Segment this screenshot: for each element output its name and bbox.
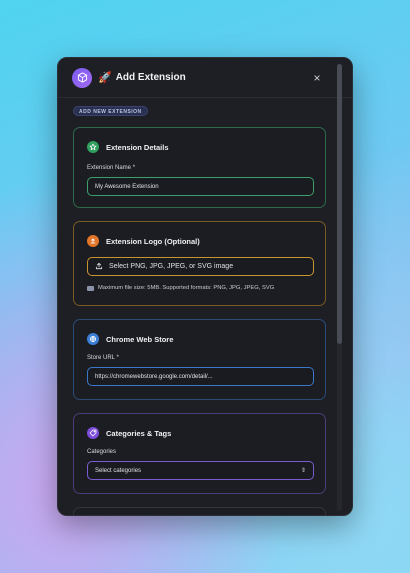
note-icon [87,285,94,291]
card-title: Chrome Web Store [106,334,174,344]
categories-label: Categories [87,449,117,455]
star-icon [87,141,99,153]
card-header: Chrome Web Store [87,333,173,345]
close-icon[interactable]: × [310,71,324,85]
upload-circle-icon [87,235,99,247]
store-url-label: Store URL * [87,355,119,361]
logo-upload-button[interactable]: Select PNG, JPG, JPEG, or SVG image [87,257,314,276]
tag-icon [87,427,99,439]
extension-details-card: Extension Details Extension Name * My Aw… [73,127,326,208]
next-section-card [73,507,326,515]
file-size-hint-text: Maximum file size: 5MB. Supported format… [98,285,275,291]
card-title: Extension Logo (Optional) [106,236,200,246]
dialog-header: 🚀 Add Extension [58,58,352,98]
chevron-up-down-icon: ⇕ [300,468,306,474]
extension-name-label: Extension Name * [87,165,136,171]
card-title: Extension Details [106,142,169,152]
logo-upload-label: Select PNG, JPG, JPEG, or SVG image [109,263,234,270]
chrome-web-store-card: Chrome Web Store Store URL * https://chr… [73,319,326,400]
categories-select-value: Select categories [95,467,142,474]
file-size-hint: Maximum file size: 5MB. Supported format… [87,285,274,291]
dialog-title-text: Add Extension [115,72,186,83]
add-extension-dialog: 🚀 Add Extension × ADD NEW EXTENSION Exte… [57,57,353,516]
section-badge: ADD NEW EXTENSION [73,106,148,116]
globe-icon [87,333,99,345]
card-header: Categories & Tags [87,427,171,439]
card-header: Extension Details [87,141,169,153]
dialog-title: 🚀 Add Extension [98,71,186,84]
store-url-input[interactable]: https://chromewebstore.google.com/detail… [87,367,314,386]
categories-select[interactable]: Select categories ⇕ [87,461,314,480]
extension-logo-card: Extension Logo (Optional) Select PNG, JP… [73,221,326,306]
card-title: Categories & Tags [106,428,172,438]
card-header: Extension Logo (Optional) [87,235,200,247]
scrollbar-thumb[interactable] [337,64,342,344]
categories-card: Categories & Tags Categories Select cate… [73,413,326,494]
scrollbar[interactable] [337,64,342,511]
rocket-icon: 🚀 [98,72,112,84]
extension-name-input[interactable]: My Awesome Extension [87,177,314,196]
upload-icon [95,262,103,272]
cube-icon [72,67,92,88]
